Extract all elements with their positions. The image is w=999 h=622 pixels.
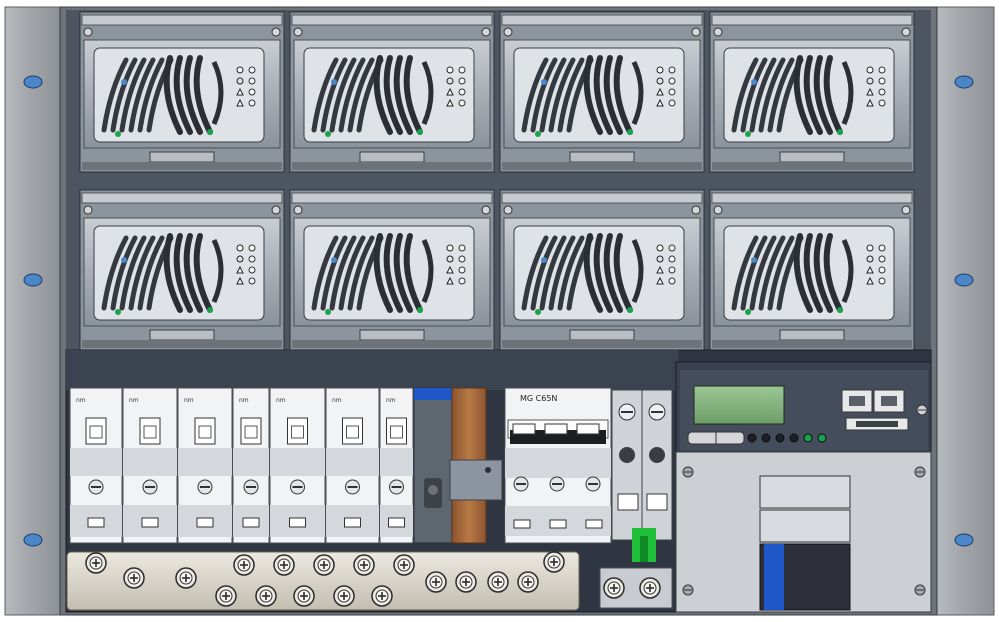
bolt	[517, 571, 539, 593]
led-4	[789, 433, 799, 443]
right-rack-ear	[936, 6, 995, 616]
bolt	[353, 554, 375, 576]
mounting-hole	[954, 75, 974, 89]
mounting-hole	[23, 75, 43, 89]
rectifier-module[interactable]	[79, 189, 285, 351]
breaker-label: nm	[332, 397, 342, 404]
lcd-display	[693, 385, 785, 425]
bolt	[175, 567, 197, 589]
mounting-hole	[23, 273, 43, 287]
mounting-hole	[23, 533, 43, 547]
breaker-label: nm	[76, 397, 86, 404]
bolt	[313, 554, 335, 576]
rectifier-module[interactable]	[499, 11, 705, 173]
monitoring-unit	[675, 361, 932, 613]
bolt	[425, 571, 447, 593]
corner-screw	[682, 466, 694, 478]
led-5	[803, 433, 813, 443]
terminal-screw	[549, 476, 565, 492]
single-pole-breaker[interactable]: nm	[269, 387, 326, 544]
single-pole-breaker[interactable]: nm	[232, 387, 270, 544]
breaker-label: nm	[184, 397, 194, 404]
led-6	[817, 433, 827, 443]
breaker-bank: nm nm nm nm nm nm nm	[69, 387, 414, 544]
rectifier-module[interactable]	[289, 189, 495, 351]
bolt	[543, 551, 565, 573]
breaker-label: nm	[239, 397, 249, 404]
terminal-screw	[585, 476, 601, 492]
bolt	[85, 552, 107, 574]
fuse-button[interactable]	[648, 403, 666, 421]
corner-screw	[914, 466, 926, 478]
bolt	[255, 585, 277, 607]
breaker-label: nm	[276, 397, 286, 404]
bolt	[455, 571, 477, 593]
bolt	[215, 585, 237, 607]
rectifier-module[interactable]	[499, 189, 705, 351]
led-2	[761, 433, 771, 443]
bolt	[123, 567, 145, 589]
single-pole-breaker[interactable]: nm	[122, 387, 178, 544]
rectifier-module[interactable]	[289, 11, 495, 173]
bolt	[639, 577, 661, 599]
bolt	[293, 585, 315, 607]
corner-screw	[682, 584, 694, 596]
fuse-holder-pair[interactable]	[611, 389, 673, 562]
led-1	[747, 433, 757, 443]
module-slot	[759, 475, 851, 509]
module-slot	[759, 509, 851, 543]
rectifier-module[interactable]	[709, 189, 915, 351]
rectifier-module[interactable]	[79, 11, 285, 173]
bolt	[273, 554, 295, 576]
left-rack-ear	[4, 6, 61, 616]
breaker-label: nm	[129, 397, 139, 404]
bolt	[371, 585, 393, 607]
three-pole-breaker[interactable]: MG C65N	[504, 387, 612, 544]
breaker-label: nm	[386, 397, 396, 404]
single-pole-breaker[interactable]: nm	[69, 387, 123, 544]
mounting-hole	[954, 533, 974, 547]
single-pole-breaker[interactable]: nm	[177, 387, 233, 544]
bolt	[233, 554, 255, 576]
fuse-button[interactable]	[618, 403, 636, 421]
mounting-hole	[954, 273, 974, 287]
bolt	[393, 554, 415, 576]
ground-screw	[916, 404, 928, 416]
bolt	[333, 585, 355, 607]
power-rack: nm nm nm nm nm nm nm MG C65N	[0, 0, 999, 622]
bolt	[487, 571, 509, 593]
bolt	[603, 577, 625, 599]
single-pole-breaker[interactable]: nm	[379, 387, 414, 544]
three-pole-breaker-label: MG C65N	[520, 394, 557, 403]
rack-drawing: nm nm nm nm nm nm nm MG C65N	[4, 6, 995, 616]
rectifier-module[interactable]	[709, 11, 915, 173]
corner-screw	[914, 584, 926, 596]
terminal-screw	[513, 476, 529, 492]
led-3	[775, 433, 785, 443]
single-pole-breaker[interactable]: nm	[325, 387, 380, 544]
